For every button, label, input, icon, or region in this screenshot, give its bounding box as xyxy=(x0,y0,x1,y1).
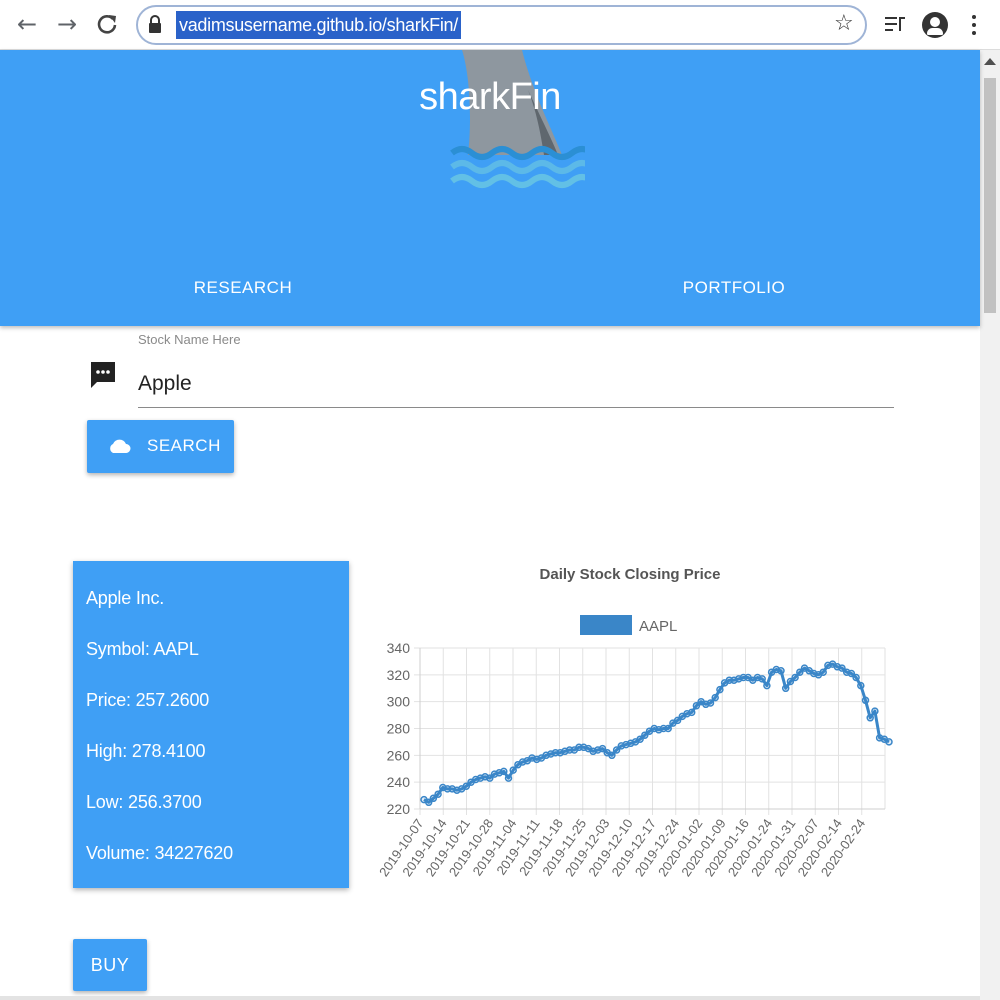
data-point xyxy=(857,681,865,690)
data-point xyxy=(861,696,870,705)
url-text[interactable]: vadimsusername.github.io/sharkFin/ xyxy=(176,11,461,39)
arrow-right-icon[interactable]: → xyxy=(52,9,82,39)
lock-icon xyxy=(149,15,161,33)
buy-button[interactable]: BUY xyxy=(73,939,147,991)
shark-fin-logo-icon xyxy=(450,50,585,188)
data-point xyxy=(866,714,874,722)
data-point xyxy=(791,673,799,682)
data-point xyxy=(711,693,719,702)
app-title: sharkFin xyxy=(419,76,561,118)
search-button-label: SEARCH xyxy=(147,436,221,455)
series-line-aapl xyxy=(423,662,890,804)
data-point xyxy=(819,668,827,676)
browser-window: ← → vadimsusername.github.io/sharkFin/ ☆ xyxy=(0,0,1000,1000)
reload-icon[interactable] xyxy=(92,9,122,39)
stock-info-card: Apple Inc. Symbol: AAPL Price: 257.2600 … xyxy=(73,561,349,888)
data-point xyxy=(608,751,616,760)
stock-search-input[interactable] xyxy=(138,360,894,408)
stock-price: Price: 257.2600 xyxy=(86,690,210,710)
y-tick-label: 320 xyxy=(387,667,411,683)
star-icon[interactable]: ☆ xyxy=(834,11,854,36)
legend-label: AAPL xyxy=(639,618,677,635)
scrollbar-thumb[interactable] xyxy=(984,78,996,313)
data-point xyxy=(687,708,696,717)
kebab-menu-icon[interactable] xyxy=(966,12,982,38)
arrow-left-icon[interactable]: ← xyxy=(12,9,42,39)
scroll-up-icon[interactable] xyxy=(984,58,996,65)
legend-swatch xyxy=(580,615,632,635)
y-tick-label: 220 xyxy=(387,801,411,817)
stock-price-chart: 2202402602803003203402019-10-072019-10-1… xyxy=(376,615,893,879)
account-icon[interactable] xyxy=(922,12,948,38)
data-point xyxy=(763,681,771,690)
data-point xyxy=(716,685,724,694)
data-point xyxy=(509,766,517,774)
media-queue-icon[interactable] xyxy=(884,12,906,36)
app-header: sharkFin RESEARCH PORTFOLIO xyxy=(0,50,980,326)
chat-bubble-icon xyxy=(91,362,115,388)
stock-symbol: Symbol: AAPL xyxy=(86,639,199,659)
page-bottom-edge xyxy=(0,996,980,1000)
data-point xyxy=(852,673,860,682)
stock-name-label: Stock Name Here xyxy=(138,332,241,347)
cloud-icon xyxy=(110,439,131,453)
y-tick-label: 240 xyxy=(387,774,411,790)
data-point xyxy=(781,684,790,693)
data-point xyxy=(758,675,766,683)
search-button[interactable]: SEARCH xyxy=(87,420,234,473)
data-point xyxy=(664,724,672,733)
data-point xyxy=(500,767,508,776)
stock-high: High: 278.4100 xyxy=(86,741,206,761)
stock-volume: Volume: 34227620 xyxy=(86,843,233,863)
y-tick-label: 300 xyxy=(387,694,411,710)
data-point xyxy=(434,790,442,798)
scrollbar[interactable] xyxy=(980,50,1000,1000)
browser-toolbar: ← → vadimsusername.github.io/sharkFin/ ☆ xyxy=(0,0,1000,50)
tab-portfolio[interactable]: PORTFOLIO xyxy=(654,278,814,298)
data-point xyxy=(777,667,785,675)
data-point xyxy=(871,707,879,715)
y-tick-label: 340 xyxy=(387,640,411,656)
tab-research[interactable]: RESEARCH xyxy=(163,278,323,298)
y-tick-label: 260 xyxy=(387,747,411,763)
data-point xyxy=(504,774,513,782)
stock-low: Low: 256.3700 xyxy=(86,792,202,812)
data-point xyxy=(885,738,893,746)
data-point xyxy=(706,699,715,707)
chart-title: Daily Stock Closing Price xyxy=(539,566,721,583)
company-name: Apple Inc. xyxy=(86,588,165,608)
y-tick-label: 280 xyxy=(387,721,411,737)
